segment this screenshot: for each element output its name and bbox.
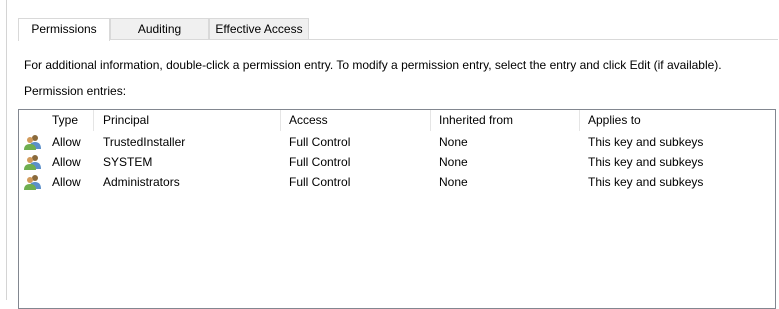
table-row[interactable]: Allow SYSTEM Full Control None This key … <box>19 152 775 172</box>
table-row[interactable]: Allow TrustedInstaller Full Control None… <box>19 132 775 152</box>
list-header: Type Principal Access Inherited from App… <box>19 110 775 131</box>
column-header-access[interactable]: Access <box>289 110 328 130</box>
window-edge <box>6 0 7 300</box>
column-divider[interactable] <box>280 110 281 131</box>
principal-cell: TrustedInstaller <box>103 135 186 149</box>
permission-entries-list[interactable]: Type Principal Access Inherited from App… <box>18 109 776 309</box>
type-cell: Allow <box>52 175 81 189</box>
type-cell: Allow <box>52 135 81 149</box>
principal-cell: SYSTEM <box>103 155 153 169</box>
tab-auditing[interactable]: Auditing <box>110 18 209 39</box>
applies-to-cell: This key and subkeys <box>588 155 704 169</box>
table-row[interactable]: Allow Administrators Full Control None T… <box>19 172 775 192</box>
permission-entries-label: Permission entries: <box>24 84 127 98</box>
applies-to-cell: This key and subkeys <box>588 175 704 189</box>
access-cell: Full Control <box>289 155 351 169</box>
principal-cell: Administrators <box>103 175 180 189</box>
access-cell: Full Control <box>289 175 351 189</box>
tab-permissions[interactable]: Permissions <box>18 18 110 41</box>
column-header-applies-to[interactable]: Applies to <box>588 110 641 130</box>
users-icon <box>24 135 41 150</box>
column-divider[interactable] <box>430 110 431 131</box>
column-divider[interactable] <box>93 110 94 131</box>
advanced-security-settings: Permissions Auditing Effective Access Fo… <box>0 0 779 309</box>
users-icon <box>24 175 41 190</box>
applies-to-cell: This key and subkeys <box>588 135 704 149</box>
inherited-from-cell: None <box>439 175 468 189</box>
column-header-inherited-from[interactable]: Inherited from <box>439 110 513 130</box>
instruction-text: For additional information, double-click… <box>24 58 722 72</box>
column-divider[interactable] <box>579 110 580 131</box>
tab-divider <box>18 39 778 40</box>
tab-effective-access[interactable]: Effective Access <box>209 18 309 39</box>
type-cell: Allow <box>52 155 81 169</box>
column-header-type[interactable]: Type <box>52 110 78 130</box>
users-icon <box>24 155 41 170</box>
access-cell: Full Control <box>289 135 351 149</box>
column-header-principal[interactable]: Principal <box>103 110 149 130</box>
inherited-from-cell: None <box>439 135 468 149</box>
inherited-from-cell: None <box>439 155 468 169</box>
